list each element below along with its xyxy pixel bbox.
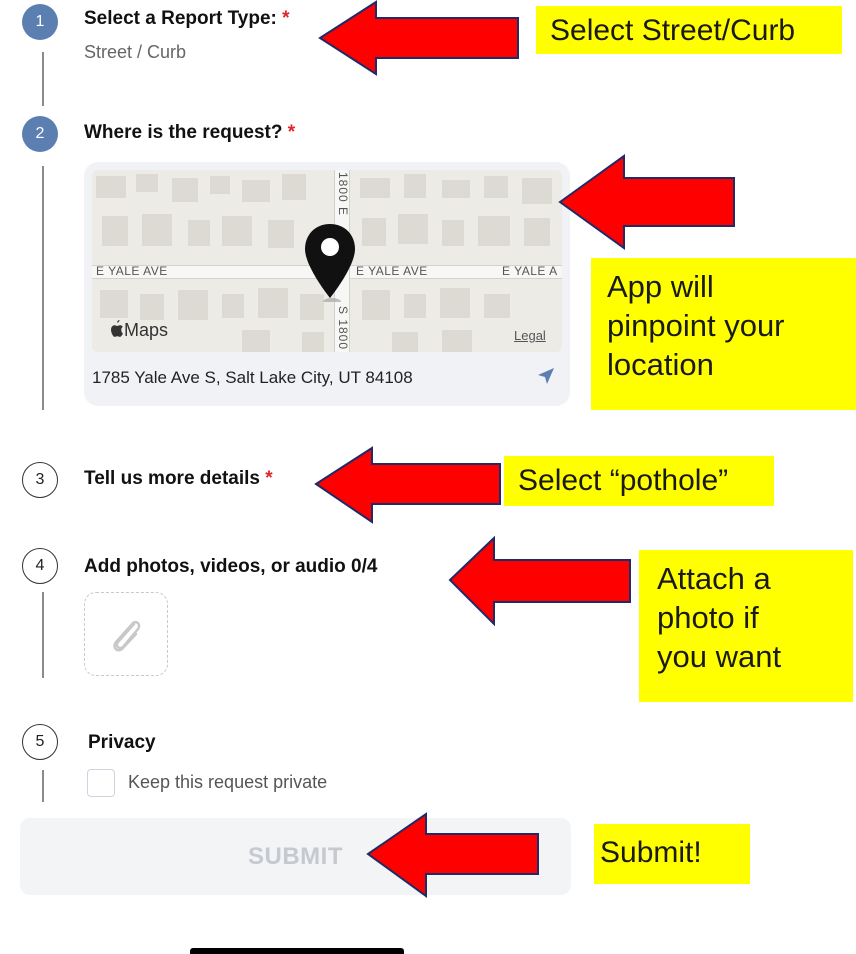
- street-label: E YALE AVE: [96, 264, 168, 278]
- legal-link[interactable]: Legal: [514, 328, 546, 343]
- home-indicator: [190, 948, 404, 954]
- apple-logo-icon: [111, 320, 123, 337]
- report-type-value[interactable]: Street / Curb: [84, 42, 186, 63]
- step-2-indicator: 2: [22, 116, 58, 152]
- location-card[interactable]: E YALE AVE E YALE AVE E YALE A 1800 E S …: [84, 162, 570, 406]
- map-pin-icon[interactable]: [302, 222, 358, 302]
- map-view[interactable]: E YALE AVE E YALE AVE E YALE A 1800 E S …: [92, 170, 562, 352]
- step-connector: [42, 592, 44, 678]
- step-3-indicator: 3: [22, 462, 58, 498]
- attach-media-button[interactable]: [84, 592, 168, 676]
- annotation-arrow: [366, 812, 539, 898]
- step-connector: [42, 166, 44, 410]
- annotation-arrow: [314, 446, 501, 524]
- cross-street-label: 1800 E: [336, 172, 350, 217]
- street-label: E YALE AVE: [356, 264, 428, 278]
- step-connector: [42, 770, 44, 802]
- step-1-indicator: 1: [22, 4, 58, 40]
- callout-step2: App will pinpoint your location: [591, 258, 856, 410]
- callout-step3: Select “pothole”: [504, 456, 774, 506]
- paperclip-icon: [113, 620, 141, 652]
- address-text: 1785 Yale Ave S, Salt Lake City, UT 8410…: [92, 368, 413, 387]
- annotation-arrow: [318, 0, 519, 76]
- step-3-title[interactable]: Tell us more details *: [84, 468, 273, 490]
- callout-submit: Submit!: [594, 824, 750, 884]
- step-4-title: Add photos, videos, or audio 0/4: [84, 556, 378, 577]
- location-arrow-icon[interactable]: [536, 366, 556, 386]
- step-4-indicator: 4: [22, 548, 58, 584]
- step-1-title[interactable]: Select a Report Type: *: [84, 8, 290, 30]
- maps-attribution: Maps: [108, 320, 168, 341]
- callout-step1: Select Street/Curb: [536, 6, 842, 54]
- annotation-arrow: [448, 535, 631, 627]
- step-2-title: Where is the request? *: [84, 122, 296, 143]
- callout-step4: Attach a photo if you want: [639, 550, 853, 702]
- step-connector: [42, 52, 44, 106]
- step-5-title: Privacy: [88, 732, 156, 753]
- private-request-checkbox[interactable]: [87, 769, 115, 797]
- annotation-arrow: [558, 154, 735, 250]
- cross-street-label: S 1800: [336, 306, 350, 351]
- step-5-indicator: 5: [22, 724, 58, 760]
- street-label: E YALE A: [502, 264, 558, 278]
- private-request-label[interactable]: Keep this request private: [128, 772, 327, 793]
